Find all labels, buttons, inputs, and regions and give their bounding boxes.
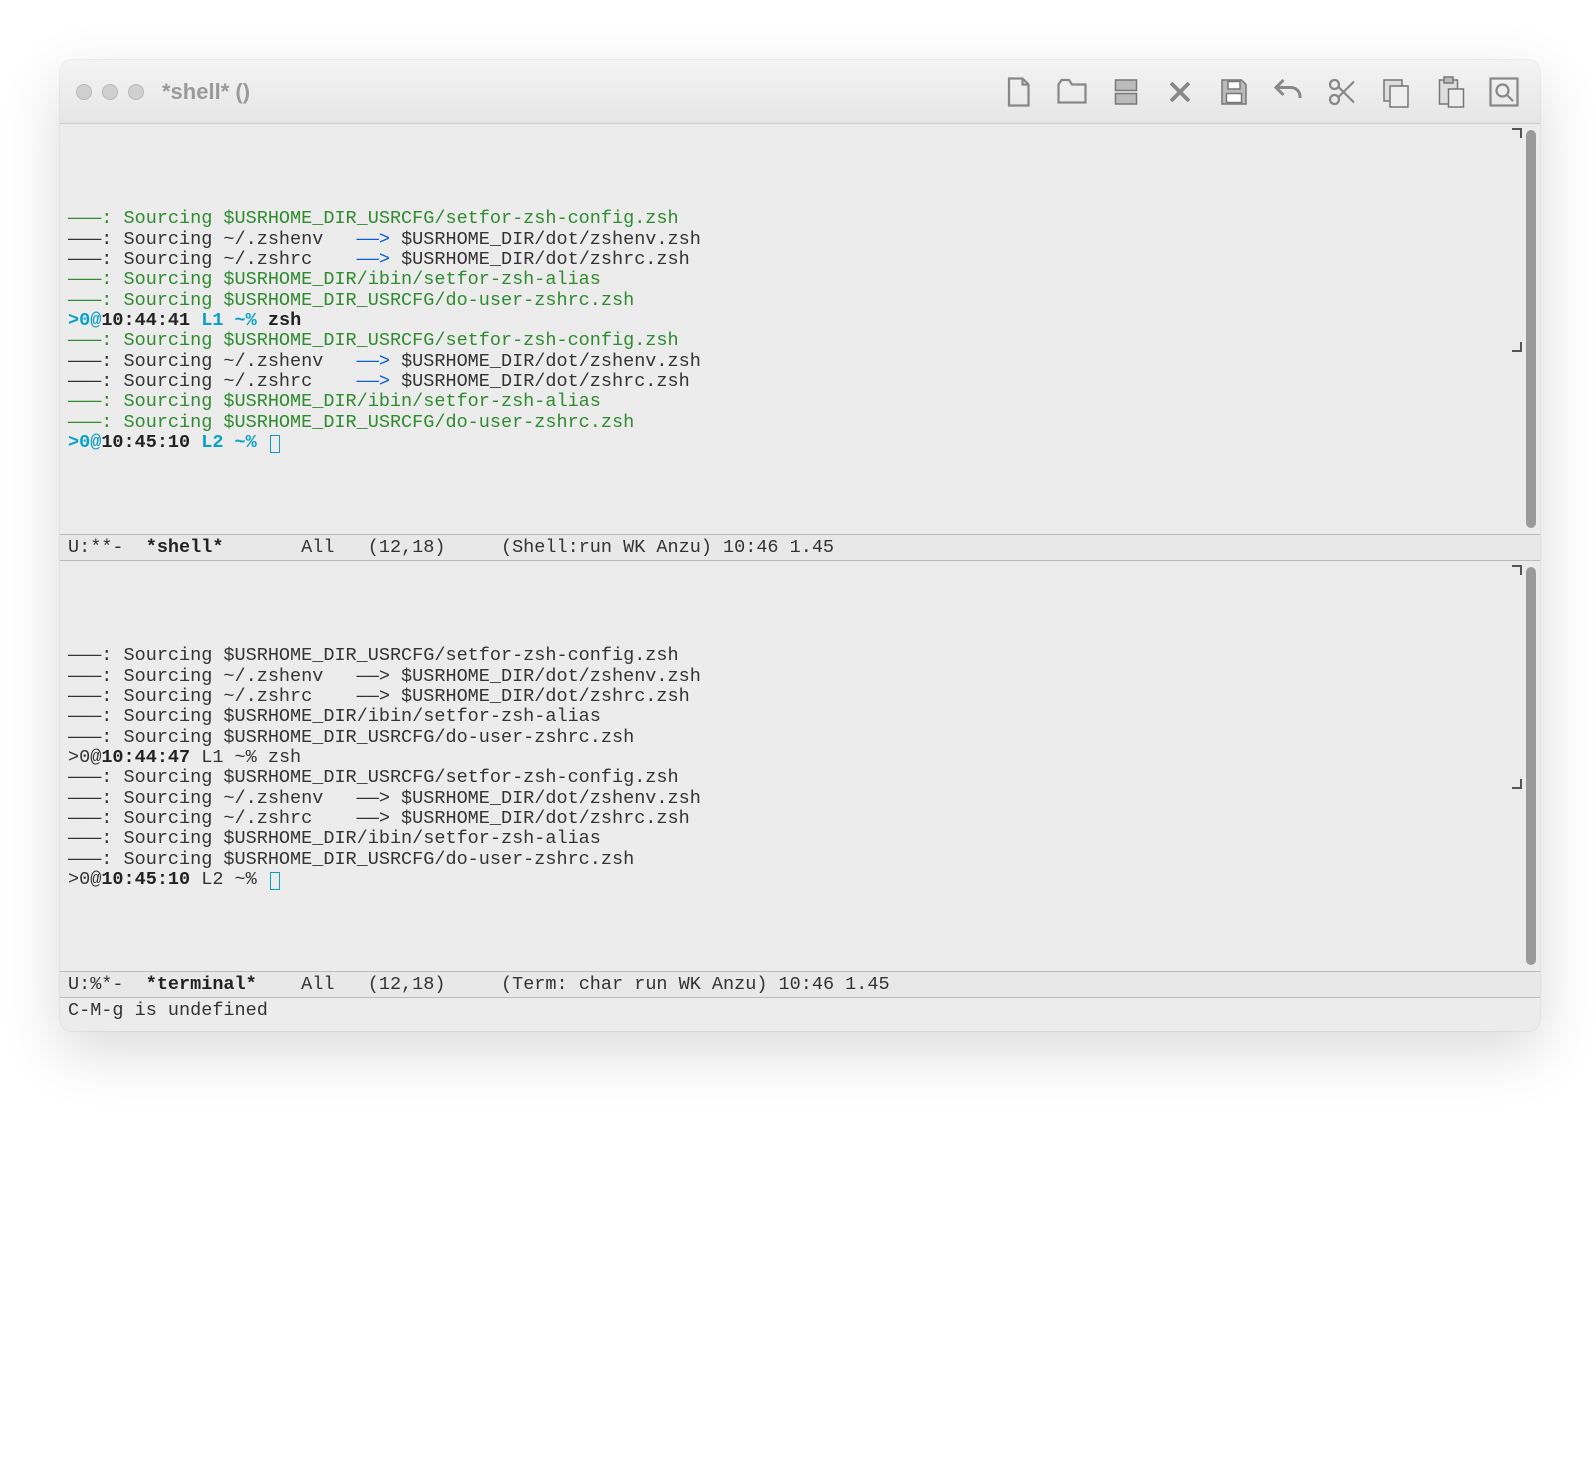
terminal-line: ———: Sourcing ~/.zshrc ——> $USRHOME_DIR/…: [68, 809, 1532, 829]
traffic-lights: [76, 84, 144, 100]
cursor: [270, 435, 280, 453]
terminal-line: >0@10:44:47 L1 ~% zsh: [68, 748, 1532, 768]
terminal-line: ———: Sourcing $USRHOME_DIR_USRCFG/setfor…: [68, 331, 1532, 351]
save-disk-icon[interactable]: [1214, 72, 1254, 112]
terminal-line: ———: Sourcing $USRHOME_DIR/ibin/setfor-z…: [68, 392, 1532, 412]
new-file-icon[interactable]: [998, 72, 1038, 112]
scrollbar-bottom[interactable]: [1526, 567, 1536, 965]
terminal-line: ———: Sourcing ~/.zshenv ——> $USRHOME_DIR…: [68, 352, 1532, 372]
minibuffer[interactable]: C-M-g is undefined: [60, 998, 1540, 1031]
terminal-line: ———: Sourcing $USRHOME_DIR_USRCFG/setfor…: [68, 646, 1532, 666]
titlebar: *shell* (): [60, 60, 1540, 124]
terminal-line: ———: Sourcing $USRHOME_DIR/ibin/setfor-z…: [68, 270, 1532, 290]
cut-scissors-icon[interactable]: [1322, 72, 1362, 112]
paste-icon[interactable]: [1430, 72, 1470, 112]
undo-icon[interactable]: [1268, 72, 1308, 112]
terminal-line: ———: Sourcing $USRHOME_DIR_USRCFG/setfor…: [68, 209, 1532, 229]
terminal-line: ———: Sourcing $USRHOME_DIR_USRCFG/do-use…: [68, 291, 1532, 311]
terminal-line: ———: Sourcing ~/.zshenv ——> $USRHOME_DIR…: [68, 230, 1532, 250]
terminal-line: >0@10:45:10 L2 ~%: [68, 433, 1532, 453]
terminal-pane[interactable]: ———: Sourcing $USRHOME_DIR_USRCFG/setfor…: [60, 561, 1540, 971]
shell-pane[interactable]: ———: Sourcing $USRHOME_DIR_USRCFG/setfor…: [60, 124, 1540, 534]
emacs-window: *shell* (): [60, 60, 1540, 1031]
toolbar: [998, 72, 1524, 112]
terminal-line: ———: Sourcing ~/.zshenv ——> $USRHOME_DIR…: [68, 667, 1532, 687]
content-area: ———: Sourcing $USRHOME_DIR_USRCFG/setfor…: [60, 124, 1540, 1031]
terminal-line: ———: Sourcing $USRHOME_DIR/ibin/setfor-z…: [68, 829, 1532, 849]
terminal-line: >0@10:44:41 L1 ~% zsh: [68, 311, 1532, 331]
copy-icon[interactable]: [1376, 72, 1416, 112]
terminal-line: ———: Sourcing $USRHOME_DIR_USRCFG/setfor…: [68, 768, 1532, 788]
terminal-line: >0@10:45:10 L2 ~%: [68, 870, 1532, 890]
zoom-window-button[interactable]: [128, 84, 144, 100]
disk-stack-icon[interactable]: [1106, 72, 1146, 112]
terminal-line: ———: Sourcing $USRHOME_DIR_USRCFG/do-use…: [68, 728, 1532, 748]
close-x-icon[interactable]: [1160, 72, 1200, 112]
terminal-line: ———: Sourcing $USRHOME_DIR_USRCFG/do-use…: [68, 850, 1532, 870]
terminal-line: ———: Sourcing $USRHOME_DIR/ibin/setfor-z…: [68, 707, 1532, 727]
terminal-line: ———: Sourcing ~/.zshenv ——> $USRHOME_DIR…: [68, 789, 1532, 809]
terminal-line: ———: Sourcing $USRHOME_DIR_USRCFG/do-use…: [68, 413, 1532, 433]
open-folder-icon[interactable]: [1052, 72, 1092, 112]
cursor: [270, 872, 280, 890]
modeline-terminal[interactable]: U:%*- *terminal* All (12,18) (Term: char…: [60, 971, 1540, 998]
minimize-window-button[interactable]: [102, 84, 118, 100]
terminal-line: ———: Sourcing ~/.zshrc ——> $USRHOME_DIR/…: [68, 372, 1532, 392]
terminal-line: ———: Sourcing ~/.zshrc ——> $USRHOME_DIR/…: [68, 250, 1532, 270]
search-icon[interactable]: [1484, 72, 1524, 112]
modeline-shell[interactable]: U:**- *shell* All (12,18) (Shell:run WK …: [60, 534, 1540, 561]
window-title: *shell* (): [162, 79, 250, 105]
close-window-button[interactable]: [76, 84, 92, 100]
terminal-line: ———: Sourcing ~/.zshrc ——> $USRHOME_DIR/…: [68, 687, 1532, 707]
scrollbar-top[interactable]: [1526, 130, 1536, 528]
